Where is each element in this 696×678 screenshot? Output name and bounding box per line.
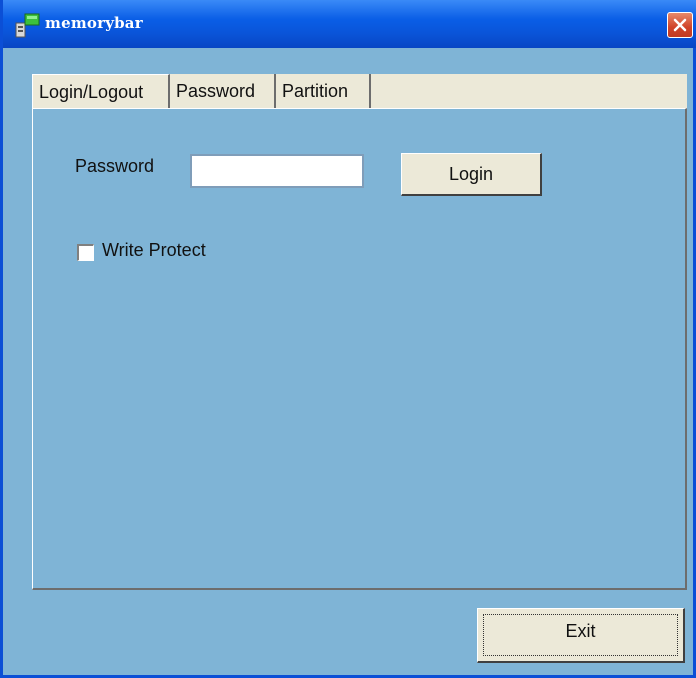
app-icon	[13, 11, 41, 39]
close-icon	[673, 18, 687, 32]
tab-label: Login/Logout	[39, 82, 144, 102]
write-protect-label[interactable]: Write Protect	[102, 240, 206, 261]
title-bar[interactable]: memorybar	[3, 0, 696, 48]
tab-strip: Login/Logout Password Partition	[32, 74, 687, 110]
tab-label: Partition	[282, 81, 349, 101]
tab-login-logout[interactable]: Login/Logout	[32, 74, 170, 110]
app-window: memorybar Login/Logout Password Partitio…	[0, 0, 696, 678]
tab-label: Password	[176, 81, 256, 101]
exit-button-label: Exit	[565, 621, 596, 641]
tab-partition[interactable]: Partition	[276, 74, 371, 108]
login-button[interactable]: Login	[401, 153, 542, 196]
close-button[interactable]	[667, 12, 693, 38]
password-label: Password	[75, 156, 155, 176]
exit-button[interactable]: Exit	[477, 608, 685, 663]
tab-password[interactable]: Password	[170, 74, 276, 108]
window-title: memorybar	[45, 14, 143, 32]
password-field[interactable]	[190, 154, 364, 188]
write-protect-checkbox[interactable]	[77, 244, 94, 261]
